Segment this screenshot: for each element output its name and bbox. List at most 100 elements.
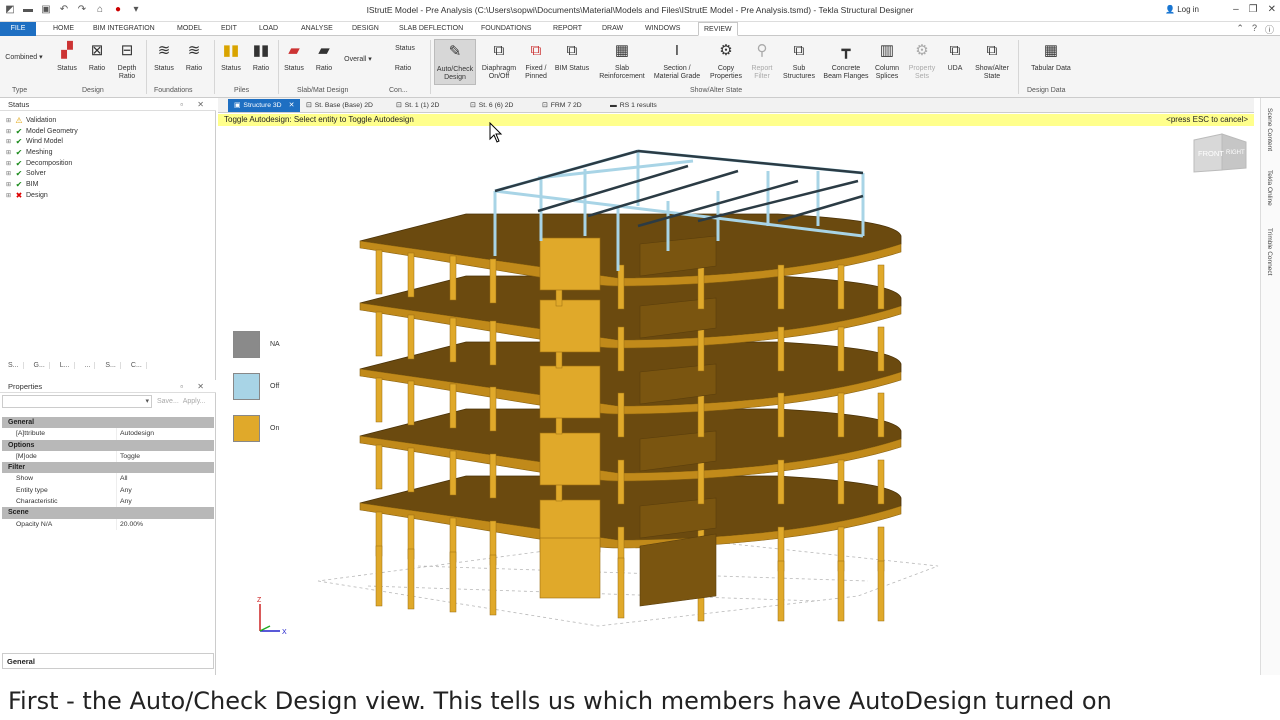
property-section-header[interactable]: Options	[2, 439, 214, 451]
foundations-ratio-button[interactable]: ≋ Ratio	[181, 39, 207, 73]
combined-dropdown[interactable]: Combined ▾	[4, 54, 44, 62]
view-tab[interactable]: ⊡ St. 1 (1) 2D	[390, 99, 445, 112]
column[interactable]	[375, 311, 383, 357]
column[interactable]	[375, 444, 383, 490]
piles-status-button[interactable]: ▮▮ Status	[218, 39, 244, 73]
expand-icon[interactable]: ⊞	[6, 169, 12, 180]
column[interactable]	[617, 392, 625, 438]
column[interactable]	[449, 317, 457, 363]
column[interactable]	[697, 392, 705, 438]
foundations-status-button[interactable]: ≋ Status	[151, 39, 177, 73]
tab-design[interactable]: DESIGN	[347, 22, 384, 36]
login-button[interactable]: 👤 Log in	[1165, 5, 1199, 14]
view-cube[interactable]: FRONT RIGHT	[1192, 130, 1248, 174]
view-tab[interactable]: ⊡ St. Base (Base) 2D	[300, 99, 379, 112]
status-tree-item[interactable]: ⊞ ✔ Solver	[6, 169, 206, 180]
side-panel-tab[interactable]: Tekla Online	[1266, 170, 1273, 206]
column[interactable]	[407, 314, 415, 360]
core-wall[interactable]	[539, 365, 601, 419]
property-row[interactable]: Entity type Any	[2, 484, 214, 497]
apply-button[interactable]: Apply...	[183, 398, 206, 405]
core-wall[interactable]	[539, 299, 601, 353]
expand-icon[interactable]: ⊞	[6, 148, 12, 159]
design-status-button[interactable]: ▞ Status	[54, 39, 80, 73]
property-section-header[interactable]: Scene	[2, 507, 214, 519]
column[interactable]	[407, 380, 415, 426]
viewcube-front-label[interactable]: FRONT	[1198, 149, 1224, 158]
panel-buttons[interactable]: ▫ ✕	[180, 98, 210, 111]
viewcube-right-label[interactable]: RIGHT	[1226, 150, 1245, 156]
panel-tab[interactable]: S...	[4, 361, 24, 369]
overall-dropdown[interactable]: Overall ▾	[340, 56, 376, 64]
auto-check-design-button[interactable]: ✎ Auto/Check Design	[434, 39, 476, 85]
property-value[interactable]: Autodesign	[116, 428, 214, 440]
column[interactable]	[617, 326, 625, 372]
con-status-button[interactable]: Status	[390, 45, 420, 53]
column[interactable]	[617, 459, 625, 505]
report-filter-button[interactable]: ⚲ Report Filter	[748, 39, 776, 81]
column[interactable]	[617, 264, 625, 310]
column[interactable]	[777, 326, 785, 372]
column[interactable]	[375, 249, 383, 295]
bim-status-button[interactable]: ⧉ BIM Status	[553, 39, 591, 73]
status-tree-item[interactable]: ⊞ ✔ Wind Model	[6, 137, 206, 148]
close-icon[interactable]: ✕	[1268, 4, 1276, 15]
panel-tab[interactable]: ...	[81, 361, 96, 369]
tab-model[interactable]: MODEL	[172, 22, 207, 36]
column[interactable]	[877, 392, 885, 438]
building-model[interactable]: Z X	[218, 126, 1254, 674]
property-value[interactable]: Toggle	[116, 450, 214, 463]
core-wall[interactable]	[539, 432, 601, 486]
expand-icon[interactable]: ⊞	[6, 116, 12, 127]
fixed-pinned-button[interactable]: ⧉ Fixed / Pinned	[522, 39, 550, 81]
side-panel-tab[interactable]: Trimble Connect	[1266, 228, 1273, 275]
tab-report[interactable]: REPORT	[548, 22, 587, 36]
depth-ratio-button[interactable]: ⊟ Depth Ratio	[114, 39, 140, 81]
panel-tab[interactable]: G...	[30, 361, 50, 369]
column[interactable]	[407, 447, 415, 493]
minimize-icon[interactable]: –	[1233, 4, 1239, 15]
column[interactable]	[489, 386, 497, 432]
status-tree-item[interactable]: ⊞ ✔ Meshing	[6, 148, 206, 159]
column[interactable]	[877, 459, 885, 505]
tab-review[interactable]: REVIEW	[698, 22, 738, 36]
slab-reinforcement-button[interactable]: ▦ Slab Reinforcement	[596, 39, 648, 81]
tabular-data-button[interactable]: ▦ Tabular Data	[1030, 39, 1072, 73]
panel-tab[interactable]: S...	[101, 361, 121, 369]
close-tab-icon[interactable]: ✕	[289, 99, 295, 112]
design-ratio-button[interactable]: ⊠ Ratio	[84, 39, 110, 73]
save-button[interactable]: Save...	[157, 398, 179, 405]
tab-slab-deflection[interactable]: SLAB DEFLECTION	[394, 22, 468, 36]
slab-status-button[interactable]: ▰ Status	[281, 39, 307, 73]
uda-button[interactable]: ⧉ UDA	[942, 39, 968, 73]
view-tab[interactable]: ⊡ St. 6 (6) 2D	[464, 99, 519, 112]
info-icon[interactable]: ⓘ	[1265, 23, 1274, 36]
panel-tab[interactable]: L...	[56, 361, 75, 369]
view-tab[interactable]: ▣ Structure 3D ✕	[228, 99, 301, 112]
column[interactable]	[697, 264, 705, 310]
column[interactable]	[489, 258, 497, 304]
column[interactable]	[375, 377, 383, 423]
property-value[interactable]: Any	[116, 484, 214, 497]
property-sets-button[interactable]: ⚙ Property Sets	[906, 39, 938, 81]
property-row[interactable]: [A]ttribute Autodesign	[2, 428, 214, 440]
column[interactable]	[449, 551, 457, 613]
column[interactable]	[697, 459, 705, 505]
column[interactable]	[837, 560, 845, 622]
view-tab[interactable]: ⊡ FRM 7 2D	[536, 99, 588, 112]
column[interactable]	[617, 557, 625, 619]
up-icon[interactable]: ⌃	[1236, 23, 1244, 36]
expand-icon[interactable]: ⊞	[6, 137, 12, 148]
column[interactable]	[777, 459, 785, 505]
column[interactable]	[375, 545, 383, 607]
column[interactable]	[877, 326, 885, 372]
property-value[interactable]: 20.00%	[116, 518, 214, 530]
properties-filter-select[interactable]: ▾	[2, 395, 152, 408]
section-material-button[interactable]: I Section / Material Grade	[652, 39, 702, 81]
property-value[interactable]: Any	[116, 496, 214, 508]
panel-buttons[interactable]: ▫ ✕	[180, 380, 210, 393]
con-ratio-button[interactable]: Ratio	[390, 65, 416, 73]
tab-draw[interactable]: DRAW	[597, 22, 628, 36]
column[interactable]	[449, 383, 457, 429]
copy-properties-button[interactable]: ⚙ Copy Properties	[706, 39, 746, 81]
